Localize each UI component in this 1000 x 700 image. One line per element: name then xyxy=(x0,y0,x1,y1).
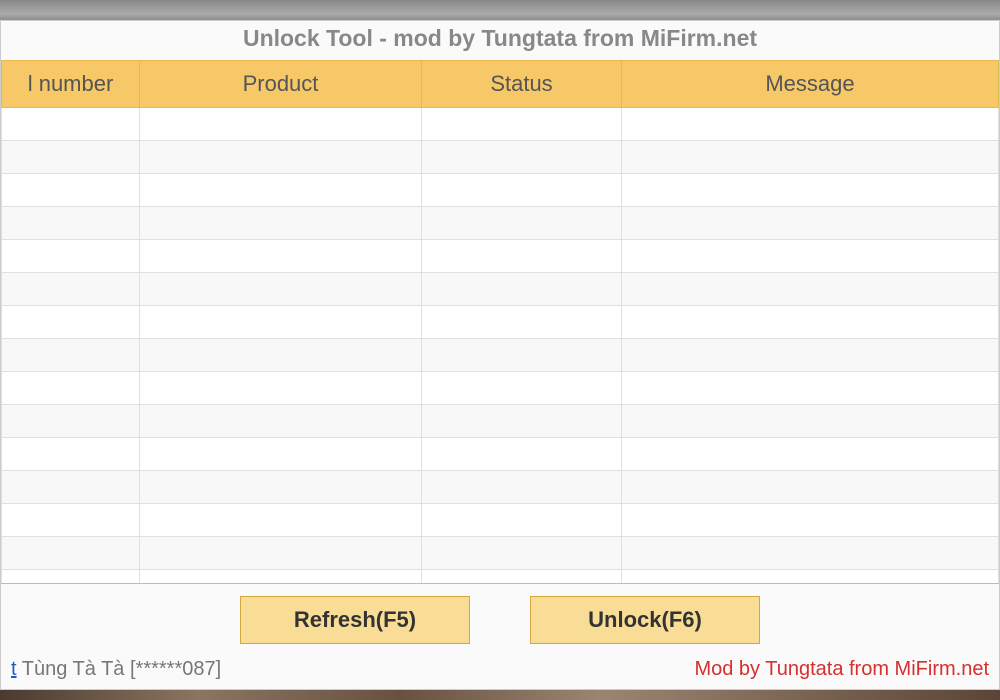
table-cell xyxy=(2,372,140,405)
table-cell xyxy=(2,405,140,438)
table-row[interactable] xyxy=(2,108,999,141)
table-cell xyxy=(140,240,422,273)
table-cell xyxy=(2,570,140,584)
table-cell xyxy=(622,471,999,504)
table-cell xyxy=(622,339,999,372)
table-cell xyxy=(140,471,422,504)
table-cell xyxy=(422,471,622,504)
table-cell xyxy=(422,504,622,537)
col-number[interactable]: l number xyxy=(2,61,140,108)
table-cell xyxy=(140,372,422,405)
table-cell xyxy=(140,141,422,174)
table-row[interactable] xyxy=(2,174,999,207)
user-name: Tùng Tà Tà [******087] xyxy=(22,658,221,680)
table-cell xyxy=(2,240,140,273)
table-cell xyxy=(140,108,422,141)
table-cell xyxy=(140,537,422,570)
table-cell xyxy=(2,537,140,570)
window-title: Unlock Tool - mod by Tungtata from MiFir… xyxy=(1,21,999,60)
table-cell xyxy=(140,570,422,584)
table-cell xyxy=(622,570,999,584)
table-cell xyxy=(140,405,422,438)
table-cell xyxy=(622,438,999,471)
table-cell xyxy=(422,438,622,471)
table-cell xyxy=(622,273,999,306)
status-row: t Tùng Tà Tà [******087] Mod by Tungtata… xyxy=(1,658,999,681)
table-cell xyxy=(622,504,999,537)
table-cell xyxy=(140,273,422,306)
table-cell xyxy=(140,504,422,537)
mod-credit: Mod by Tungtata from MiFirm.net xyxy=(694,658,989,681)
table-cell xyxy=(622,207,999,240)
table-cell xyxy=(140,207,422,240)
table-cell xyxy=(622,174,999,207)
table-cell xyxy=(422,537,622,570)
table-row[interactable] xyxy=(2,207,999,240)
col-message[interactable]: Message xyxy=(622,61,999,108)
table-cell xyxy=(2,174,140,207)
table-cell xyxy=(2,504,140,537)
table-row[interactable] xyxy=(2,438,999,471)
table-cell xyxy=(422,108,622,141)
user-link-partial[interactable]: t xyxy=(11,658,17,680)
table-cell xyxy=(140,174,422,207)
table-cell xyxy=(422,141,622,174)
table-cell xyxy=(422,240,622,273)
table-row[interactable] xyxy=(2,504,999,537)
app-window: Unlock Tool - mod by Tungtata from MiFir… xyxy=(0,20,1000,690)
table-row[interactable] xyxy=(2,306,999,339)
table-cell xyxy=(622,372,999,405)
table-row[interactable] xyxy=(2,405,999,438)
table-cell xyxy=(622,306,999,339)
table-cell xyxy=(622,108,999,141)
table-cell xyxy=(2,108,140,141)
footer: Refresh(F5) Unlock(F6) t Tùng Tà Tà [***… xyxy=(1,583,999,689)
bottom-strip xyxy=(0,690,1000,700)
table-row[interactable] xyxy=(2,570,999,584)
table-cell xyxy=(2,273,140,306)
unlock-button[interactable]: Unlock(F6) xyxy=(530,596,760,644)
device-table: l number Product Status Message xyxy=(1,60,999,583)
table-cell xyxy=(140,438,422,471)
table-cell xyxy=(422,570,622,584)
table-row[interactable] xyxy=(2,471,999,504)
device-table-container: l number Product Status Message xyxy=(1,60,999,583)
table-row[interactable] xyxy=(2,141,999,174)
col-status[interactable]: Status xyxy=(422,61,622,108)
table-cell xyxy=(140,306,422,339)
table-cell xyxy=(2,339,140,372)
col-product[interactable]: Product xyxy=(140,61,422,108)
button-row: Refresh(F5) Unlock(F6) xyxy=(1,596,999,644)
table-cell xyxy=(422,273,622,306)
table-cell xyxy=(422,372,622,405)
table-row[interactable] xyxy=(2,339,999,372)
device-table-body xyxy=(2,108,999,584)
table-row[interactable] xyxy=(2,537,999,570)
table-cell xyxy=(2,207,140,240)
table-cell xyxy=(2,438,140,471)
table-cell xyxy=(422,339,622,372)
table-cell xyxy=(622,537,999,570)
table-cell xyxy=(422,405,622,438)
refresh-button[interactable]: Refresh(F5) xyxy=(240,596,470,644)
table-cell xyxy=(422,207,622,240)
user-info: t Tùng Tà Tà [******087] xyxy=(11,658,221,681)
table-cell xyxy=(622,141,999,174)
table-cell xyxy=(2,471,140,504)
table-cell xyxy=(622,240,999,273)
table-row[interactable] xyxy=(2,372,999,405)
table-row[interactable] xyxy=(2,273,999,306)
table-cell xyxy=(422,174,622,207)
table-row[interactable] xyxy=(2,240,999,273)
table-cell xyxy=(622,405,999,438)
table-cell xyxy=(422,306,622,339)
table-cell xyxy=(2,306,140,339)
table-cell xyxy=(2,141,140,174)
table-cell xyxy=(140,339,422,372)
